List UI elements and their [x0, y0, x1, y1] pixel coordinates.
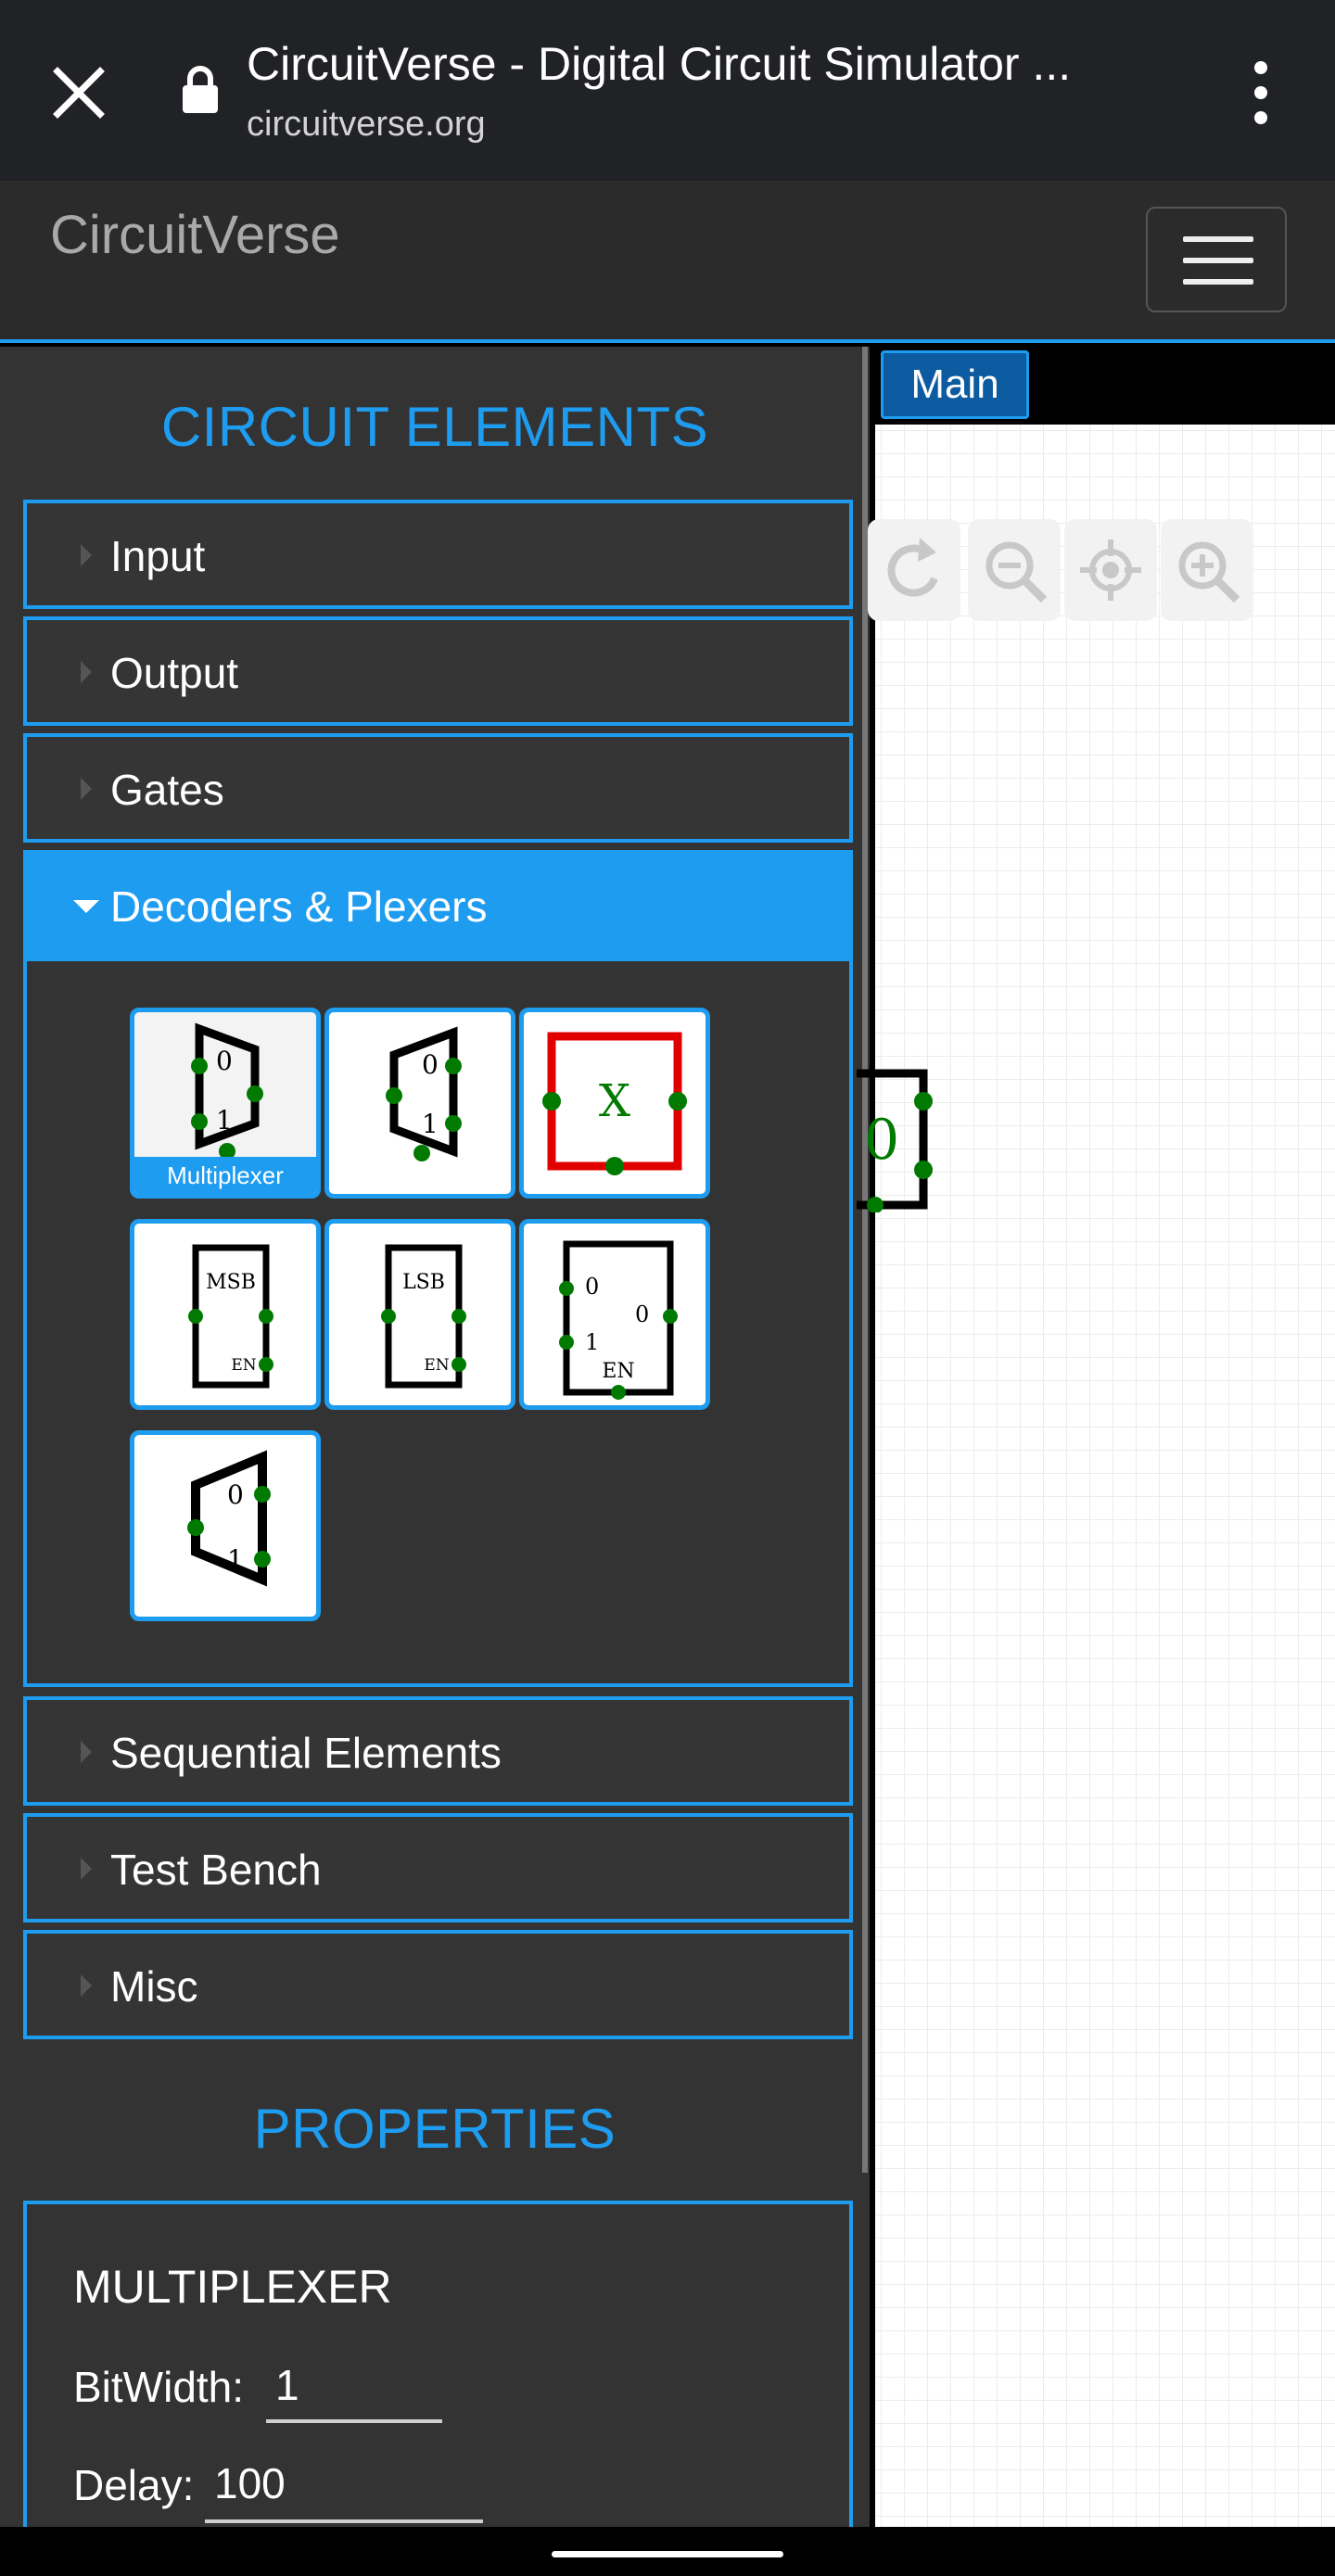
caret-right-icon: [81, 778, 92, 800]
svg-text:LSB: LSB: [402, 1271, 445, 1294]
decoder-tile[interactable]: 0 1: [130, 1430, 321, 1621]
lsb-icon: LSB EN: [381, 1244, 466, 1389]
caret-right-icon: [81, 661, 92, 683]
properties-panel: MULTIPLEXER BitWidth: 1 Delay: 100: [23, 2201, 853, 2534]
category-decoders-plexers[interactable]: Decoders & Plexers: [23, 850, 853, 961]
msb-tile[interactable]: MSB EN: [130, 1219, 321, 1410]
svg-text:1: 1: [227, 1544, 244, 1575]
demultiplexer-tile[interactable]: 0 1: [324, 1008, 515, 1199]
bitwidth-input[interactable]: 1: [266, 2360, 442, 2423]
page-url[interactable]: circuitverse.org: [247, 105, 486, 145]
svg-text:1: 1: [422, 1109, 439, 1139]
svg-text:0: 0: [635, 1301, 649, 1327]
category-label: Gates: [110, 766, 224, 814]
svg-text:0: 0: [585, 1274, 599, 1300]
caret-right-icon: [81, 544, 92, 566]
svg-text:1: 1: [216, 1105, 233, 1136]
category-label: Test Bench: [110, 1846, 322, 1894]
undo-icon[interactable]: [868, 519, 960, 621]
lock-icon: [181, 65, 220, 115]
decoders-plexers-panel: 0 1 Multiplexer 0 1 X MSB EN LSB EN 0 1 …: [23, 961, 853, 1687]
category-label: Output: [110, 649, 239, 697]
bit-selector-tile[interactable]: X: [519, 1008, 710, 1199]
msb-icon: MSB EN: [188, 1244, 273, 1389]
hamburger-icon: [1183, 236, 1253, 242]
site-header: CircuitVerse: [0, 181, 1335, 343]
svg-text:MSB: MSB: [206, 1271, 256, 1294]
system-nav-bar: [0, 2527, 1335, 2576]
caret-right-icon: [81, 1858, 92, 1880]
more-vert-icon[interactable]: [1233, 51, 1289, 134]
svg-text:0: 0: [864, 1108, 899, 1173]
svg-text:1: 1: [585, 1329, 599, 1355]
circuit-tab-bar: Main: [875, 347, 1335, 425]
svg-text:EN: EN: [602, 1360, 634, 1383]
circuit-canvas[interactable]: 0: [857, 425, 1335, 2527]
zoom-in-icon[interactable]: [1161, 519, 1253, 621]
svg-text:0: 0: [227, 1479, 244, 1510]
bitwidth-label: BitWidth:: [73, 2363, 245, 2411]
category-test-bench[interactable]: Test Bench: [23, 1813, 853, 1922]
browser-toolbar: CircuitVerse - Digital Circuit Simulator…: [0, 0, 1335, 181]
page-title: CircuitVerse - Digital Circuit Simulator…: [247, 38, 1072, 90]
category-misc[interactable]: Misc: [23, 1930, 853, 2039]
zoom-out-icon[interactable]: [968, 519, 1061, 621]
category-gates[interactable]: Gates: [23, 733, 853, 843]
element-name: MULTIPLEXER: [73, 2261, 392, 2313]
brand-logo[interactable]: CircuitVerse: [50, 204, 340, 266]
hamburger-menu-button[interactable]: [1146, 207, 1287, 312]
delay-label: Delay:: [73, 2461, 195, 2509]
caret-right-icon: [81, 1974, 92, 1997]
priority-encoder-tile[interactable]: 0 1 0 EN: [519, 1219, 710, 1410]
center-focus-icon[interactable]: [1064, 519, 1157, 621]
demultiplexer-icon: 0 1: [386, 1026, 462, 1161]
category-sequential-elements[interactable]: Sequential Elements: [23, 1696, 853, 1806]
category-label: Decoders & Plexers: [110, 882, 488, 931]
tab-main[interactable]: Main: [881, 350, 1029, 419]
svg-text:EN: EN: [231, 1356, 256, 1375]
svg-text:EN: EN: [424, 1356, 449, 1375]
bit-selector-icon: X: [542, 1032, 687, 1175]
caret-right-icon: [81, 1741, 92, 1763]
category-input[interactable]: Input: [23, 500, 853, 609]
svg-text:0: 0: [216, 1046, 233, 1076]
tile-caption: Multiplexer: [134, 1157, 316, 1194]
properties-heading: PROPERTIES: [253, 2098, 617, 2160]
home-gesture-pill[interactable]: [552, 2551, 783, 2557]
category-output[interactable]: Output: [23, 616, 853, 726]
category-label: Input: [110, 532, 206, 580]
decoder-icon: 0 1: [187, 1450, 271, 1587]
lsb-tile[interactable]: LSB EN: [324, 1219, 515, 1410]
category-label: Misc: [110, 1962, 198, 2011]
canvas-circuit-element[interactable]: 0: [857, 1064, 968, 1212]
caret-down-icon: [73, 900, 99, 913]
category-label: Sequential Elements: [110, 1729, 502, 1777]
svg-text:X: X: [599, 1075, 630, 1127]
svg-text:0: 0: [422, 1049, 439, 1080]
close-icon[interactable]: [37, 51, 121, 134]
delay-input[interactable]: 100: [205, 2458, 483, 2523]
multiplexer-icon: 0 1: [191, 1022, 263, 1160]
circuit-elements-heading: CIRCUIT ELEMENTS: [160, 396, 709, 458]
priority-encoder-icon: 0 1 0 EN: [559, 1240, 678, 1400]
multiplexer-tile[interactable]: 0 1 Multiplexer: [130, 1008, 321, 1199]
